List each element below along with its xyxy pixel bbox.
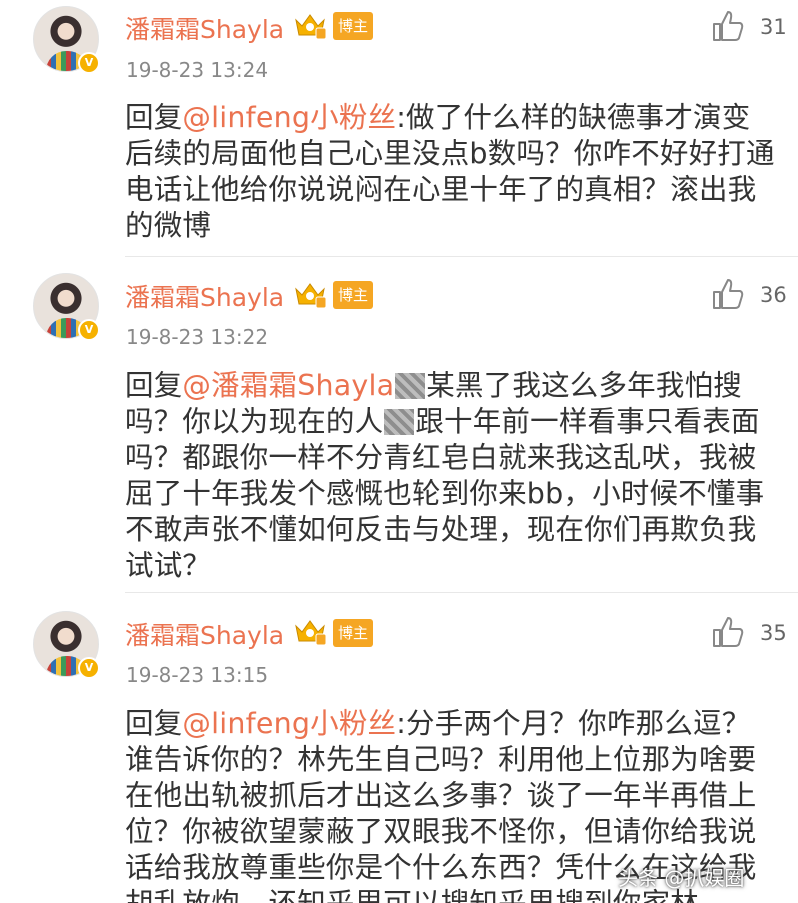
thumbs-up-icon[interactable]	[710, 276, 746, 312]
watermark: 头条 @扒娱圈	[618, 866, 745, 890]
role-badge: 博主	[333, 619, 373, 647]
like-count: 31	[760, 15, 787, 39]
mention-link[interactable]: @linfeng小粉丝	[182, 707, 396, 740]
timestamp: 19-8-23 13:15	[126, 663, 269, 687]
redaction-mosaic	[395, 373, 426, 399]
thumbs-up-icon[interactable]	[710, 8, 746, 44]
like-count: 36	[760, 283, 787, 307]
reply-prefix: 回复	[125, 101, 183, 134]
verified-icon: V	[78, 52, 100, 74]
username[interactable]: 潘霜霜Shayla	[125, 616, 284, 652]
mention-link[interactable]: @潘霜霜Shayla	[182, 369, 394, 402]
divider	[125, 592, 798, 593]
username[interactable]: 潘霜霜Shayla	[125, 278, 284, 314]
crown-level-icon	[295, 14, 327, 40]
timestamp: 19-8-23 13:22	[126, 325, 269, 349]
verified-icon: V	[78, 657, 100, 679]
username[interactable]: 潘霜霜Shayla	[125, 10, 284, 46]
comment-text: 回复@潘霜霜Shayla 某黑了我这么多年我怕搜吗？你以为现在的人 跟十年前一样看事…	[125, 368, 775, 584]
crown-level-icon	[295, 283, 327, 309]
divider	[125, 256, 798, 257]
thumbs-up-icon[interactable]	[710, 614, 746, 650]
redaction-mosaic	[384, 409, 415, 435]
reply-prefix: 回复	[125, 369, 183, 402]
mention-link[interactable]: @linfeng小粉丝	[182, 101, 396, 134]
crown-level-icon	[295, 620, 327, 646]
timestamp: 19-8-23 13:24	[126, 58, 269, 82]
like-count: 35	[760, 621, 787, 645]
verified-icon: V	[78, 319, 100, 341]
comment-text: 回复@linfeng小粉丝:做了什么样的缺德事才演变后续的局面他自己心里没点b数…	[125, 100, 775, 244]
role-badge: 博主	[333, 281, 373, 309]
reply-prefix: 回复	[125, 707, 183, 740]
role-badge: 博主	[333, 12, 373, 40]
